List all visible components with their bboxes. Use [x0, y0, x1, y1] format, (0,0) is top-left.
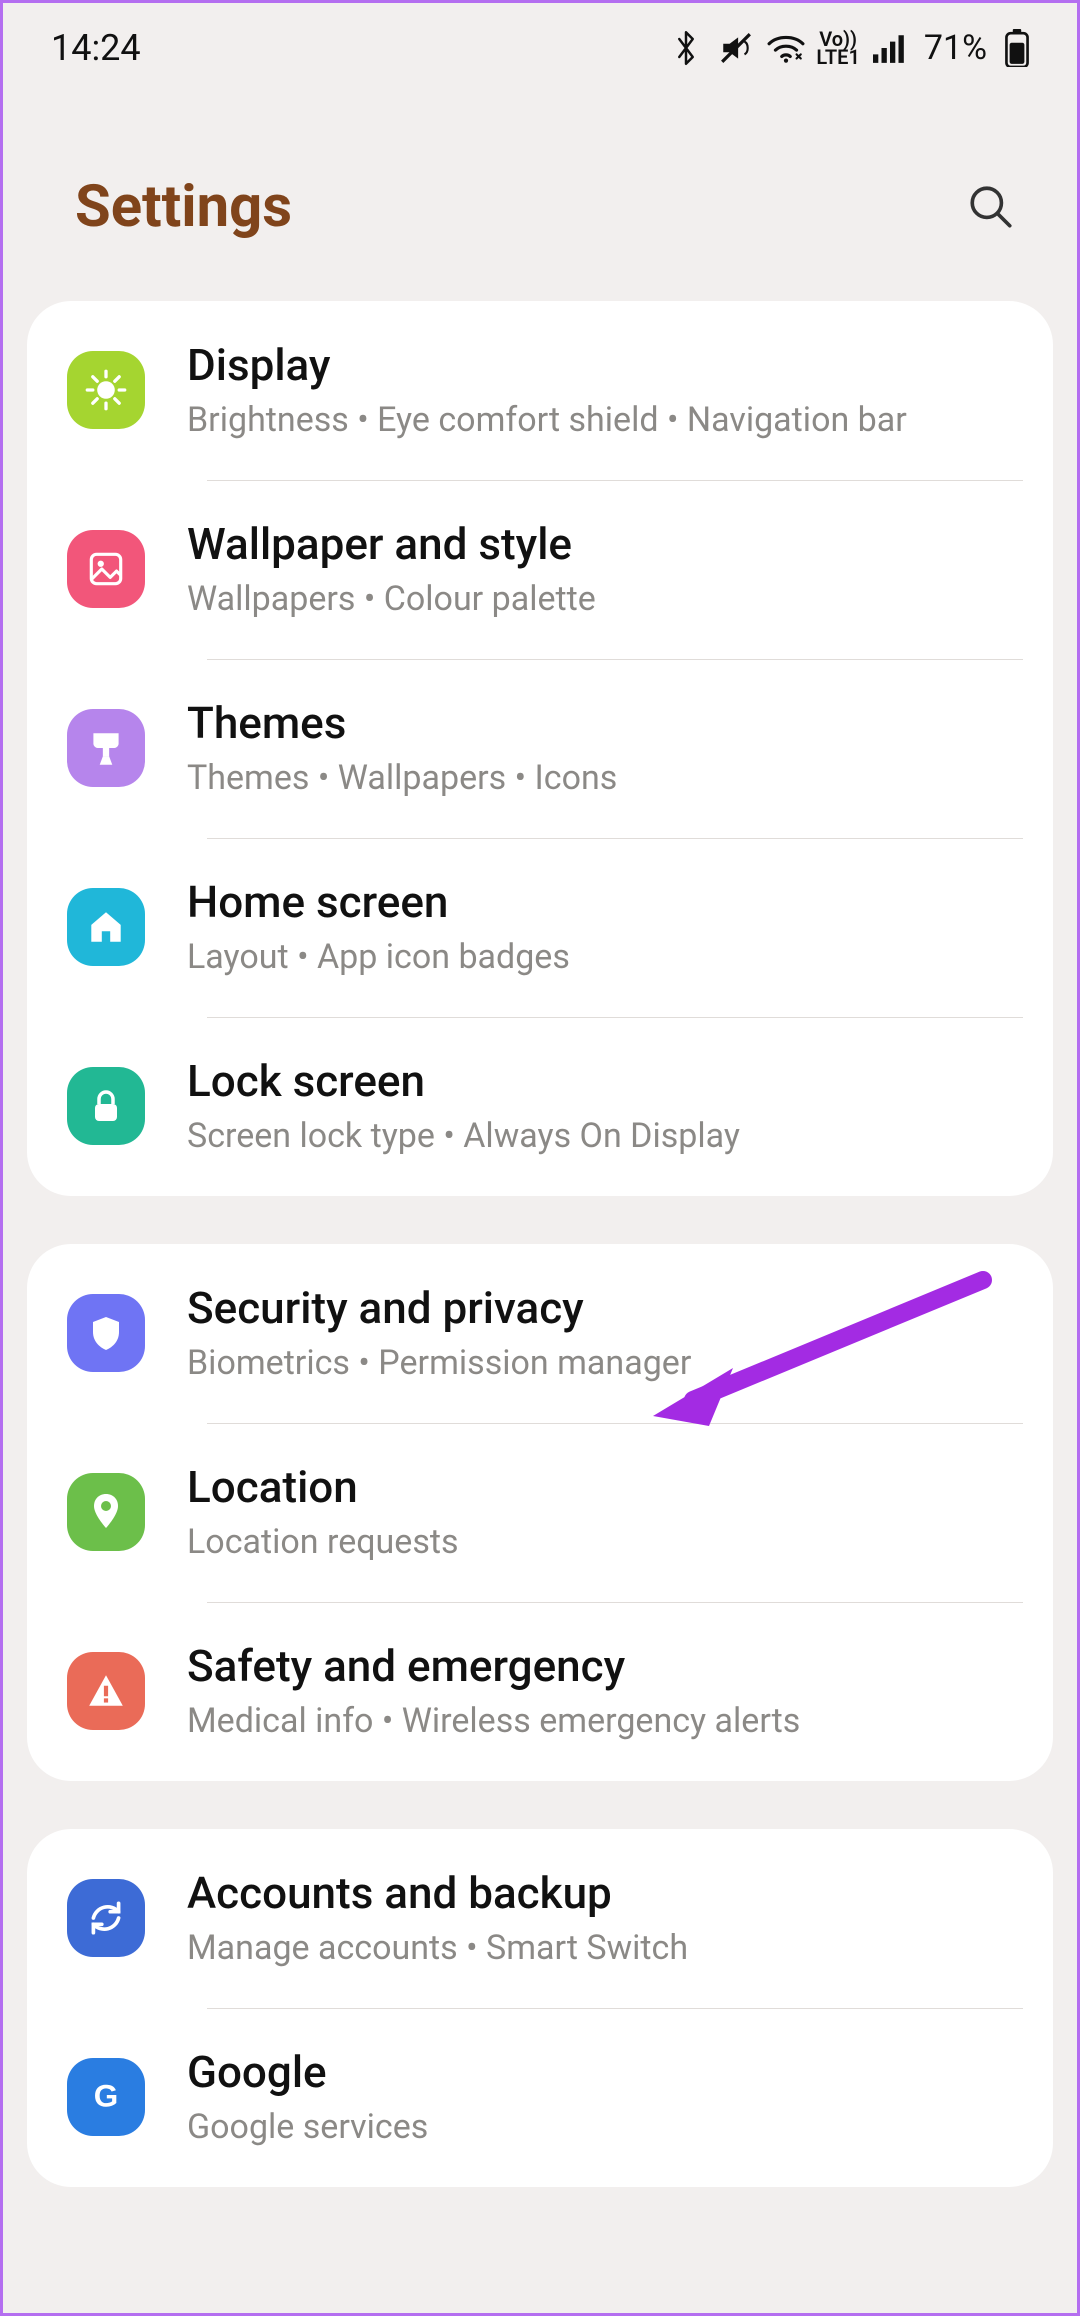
row-subtitle: Location requests [187, 1520, 459, 1564]
row-title: Security and privacy [187, 1282, 691, 1335]
settings-group: Display Brightness • Eye comfort shield … [27, 301, 1053, 1196]
settings-item-location[interactable]: Location Location requests [27, 1423, 1053, 1602]
row-title: Lock screen [187, 1055, 740, 1108]
row-title: Accounts and backup [187, 1867, 688, 1920]
settings-item-accounts[interactable]: Accounts and backup Manage accounts • Sm… [27, 1829, 1053, 2008]
brush-icon [67, 709, 145, 787]
settings-group: Accounts and backup Manage accounts • Sm… [27, 1829, 1053, 2187]
settings-item-display[interactable]: Display Brightness • Eye comfort shield … [27, 301, 1053, 480]
google-icon: G [67, 2058, 145, 2136]
row-subtitle: Google services [187, 2105, 428, 2149]
warning-icon [67, 1652, 145, 1730]
settings-list[interactable]: Display Brightness • Eye comfort shield … [27, 301, 1053, 2235]
row-subtitle: Medical info • Wireless emergency alerts [187, 1699, 800, 1743]
pin-icon [67, 1473, 145, 1551]
home-icon [67, 888, 145, 966]
mute-icon [716, 28, 756, 68]
row-title: Wallpaper and style [187, 518, 596, 571]
page-header: Settings [3, 173, 1077, 241]
row-subtitle: Layout • App icon badges [187, 935, 570, 979]
settings-item-google[interactable]: G Google Google services [27, 2008, 1053, 2187]
row-title: Safety and emergency [187, 1640, 800, 1693]
row-subtitle: Biometrics • Permission manager [187, 1341, 691, 1385]
sync-icon [67, 1879, 145, 1957]
settings-item-wallpaper[interactable]: Wallpaper and style Wallpapers • Colour … [27, 480, 1053, 659]
row-subtitle: Brightness • Eye comfort shield • Naviga… [187, 398, 907, 442]
row-subtitle: Themes • Wallpapers • Icons [187, 756, 617, 800]
settings-item-home-screen[interactable]: Home screen Layout • App icon badges [27, 838, 1053, 1017]
picture-icon [67, 530, 145, 608]
lock-icon [67, 1067, 145, 1145]
page-title: Settings [75, 173, 292, 241]
row-title: Home screen [187, 876, 570, 929]
status-time: 14:24 [51, 27, 141, 69]
settings-item-lock-screen[interactable]: Lock screen Screen lock type • Always On… [27, 1017, 1053, 1196]
row-title: Display [187, 339, 907, 392]
row-title: Themes [187, 697, 617, 750]
status-right-cluster: Vo)) LTE1 71% [666, 28, 1037, 68]
row-subtitle: Screen lock type • Always On Display [187, 1114, 740, 1158]
row-title: Location [187, 1461, 459, 1514]
svg-text:G: G [94, 2078, 119, 2114]
search-icon [966, 182, 1016, 232]
signal-icon [870, 28, 910, 68]
battery-icon [997, 28, 1037, 68]
battery-percent: 71% [924, 28, 987, 68]
brightness-icon [67, 351, 145, 429]
bluetooth-icon [666, 28, 706, 68]
shield-icon [67, 1294, 145, 1372]
settings-item-themes[interactable]: Themes Themes • Wallpapers • Icons [27, 659, 1053, 838]
settings-item-safety[interactable]: Safety and emergency Medical info • Wire… [27, 1602, 1053, 1781]
row-subtitle: Wallpapers • Colour palette [187, 577, 596, 621]
network-type-label: Vo)) LTE1 [816, 30, 859, 66]
search-button[interactable] [961, 177, 1021, 237]
wifi-icon [766, 28, 806, 68]
row-subtitle: Manage accounts • Smart Switch [187, 1926, 688, 1970]
settings-item-security[interactable]: Security and privacy Biometrics • Permis… [27, 1244, 1053, 1423]
status-bar: 14:24 Vo)) LTE1 71% [3, 3, 1077, 93]
settings-group: Security and privacy Biometrics • Permis… [27, 1244, 1053, 1781]
row-title: Google [187, 2046, 428, 2099]
